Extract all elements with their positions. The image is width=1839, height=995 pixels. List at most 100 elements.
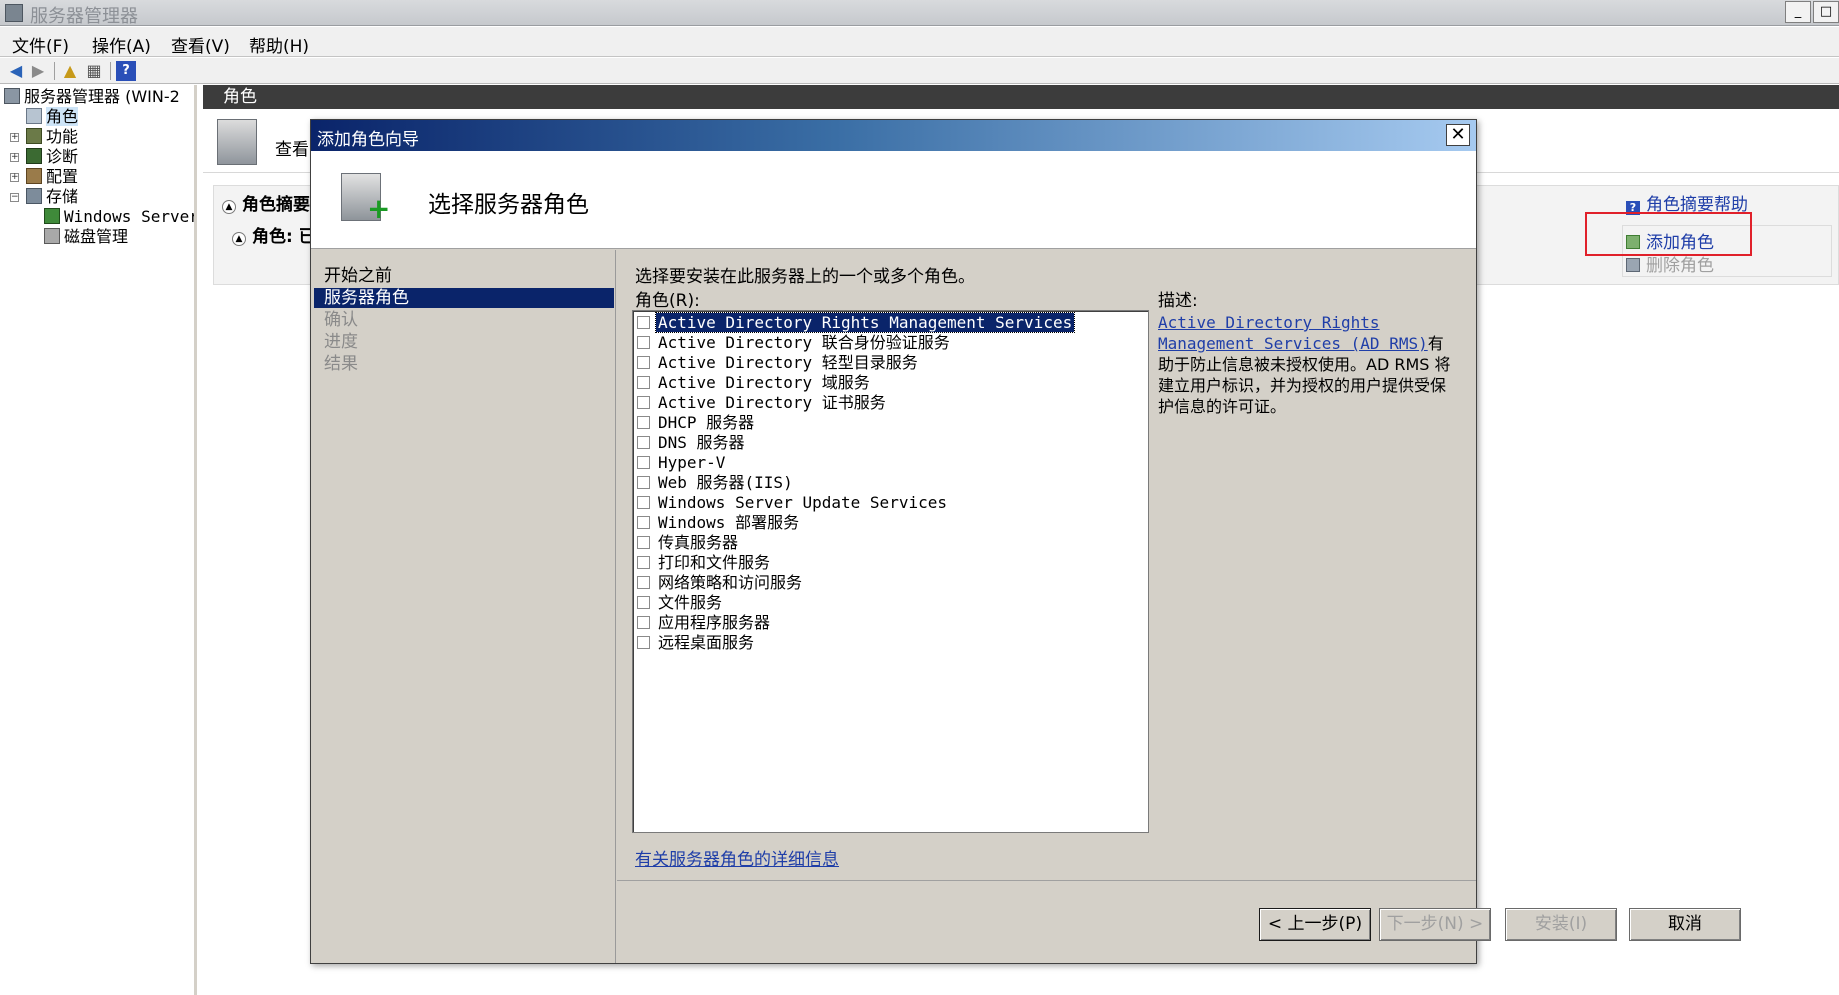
- tree-item-roles[interactable]: 角色: [26, 107, 79, 127]
- role-option[interactable]: DHCP 服务器: [637, 413, 756, 433]
- collapse-icon[interactable]: ▲: [222, 200, 236, 214]
- menu-help[interactable]: 帮助(H): [249, 32, 309, 57]
- up-icon[interactable]: ▲: [60, 61, 80, 81]
- tree-item-storage[interactable]: 存储: [26, 187, 78, 207]
- role-checkbox[interactable]: [637, 556, 650, 569]
- role-checkbox[interactable]: [637, 416, 650, 429]
- expand-icon[interactable]: +: [10, 153, 19, 162]
- toolbar-separator: [110, 62, 111, 80]
- collapse-icon[interactable]: ▲: [232, 232, 246, 246]
- role-checkbox[interactable]: [637, 516, 650, 529]
- role-option[interactable]: 打印和文件服务: [637, 553, 772, 573]
- tree-item-windows-server-backup[interactable]: Windows Server: [44, 207, 197, 227]
- tree-item-label: Windows Server: [64, 207, 197, 226]
- install-button[interactable]: 安装(I): [1505, 908, 1617, 941]
- window-title: 服务器管理器: [30, 6, 138, 27]
- role-checkbox[interactable]: [637, 596, 650, 609]
- tree-item-features[interactable]: 功能: [26, 127, 78, 147]
- navigation-tree: 服务器管理器 (WIN-2 角色 + 功能 + 诊断 + 配置 − 存储 Win…: [0, 85, 197, 995]
- menu-action[interactable]: 操作(A): [92, 32, 151, 57]
- role-option[interactable]: Active Directory Rights Management Servi…: [637, 312, 1076, 333]
- role-option[interactable]: 远程桌面服务: [637, 633, 756, 653]
- role-option[interactable]: Windows Server Update Services: [637, 493, 949, 513]
- close-button[interactable]: ✕: [1446, 124, 1470, 146]
- forward-icon[interactable]: ▶: [28, 61, 48, 81]
- server-icon: [4, 88, 20, 104]
- role-option[interactable]: 网络策略和访问服务: [637, 573, 804, 593]
- role-option[interactable]: DNS 服务器: [637, 433, 747, 453]
- diagnostics-icon: [26, 148, 42, 164]
- collapse-icon[interactable]: −: [10, 193, 19, 202]
- minimize-button[interactable]: _: [1785, 1, 1811, 23]
- tree-item-diagnostics[interactable]: 诊断: [26, 147, 78, 167]
- role-checkbox[interactable]: [637, 536, 650, 549]
- tree-item-label: 诊断: [46, 147, 79, 166]
- role-checkbox[interactable]: [637, 576, 650, 589]
- role-checkbox[interactable]: [637, 456, 650, 469]
- restore-button[interactable]: □: [1813, 1, 1839, 23]
- role-checkbox[interactable]: [637, 496, 650, 509]
- role-label: 应用程序服务器: [658, 613, 771, 632]
- role-label: 打印和文件服务: [658, 553, 771, 572]
- role-checkbox[interactable]: [637, 396, 650, 409]
- expand-icon[interactable]: +: [10, 133, 19, 142]
- banner-text: 查看: [275, 140, 309, 160]
- disk-icon: [44, 228, 60, 244]
- role-checkbox[interactable]: [637, 636, 650, 649]
- role-label: Web 服务器(IIS): [658, 473, 793, 492]
- toolbar: ◀ ▶ ▲ ▦ ?: [0, 58, 1839, 84]
- role-option[interactable]: 传真服务器: [637, 533, 740, 553]
- tree-item-configuration[interactable]: 配置: [26, 167, 78, 187]
- server-manager-app-icon: [5, 4, 23, 22]
- role-option[interactable]: Active Directory 联合身份验证服务: [637, 333, 952, 353]
- role-label: Hyper-V: [658, 453, 726, 472]
- role-option[interactable]: Windows 部署服务: [637, 513, 801, 533]
- role-checkbox[interactable]: [637, 356, 650, 369]
- role-option[interactable]: Hyper-V: [637, 453, 727, 473]
- menu-view[interactable]: 查看(V): [171, 32, 230, 57]
- roles-summary-title[interactable]: ▲ 角色摘要: [222, 190, 310, 215]
- step-server-roles[interactable]: 服务器角色: [314, 288, 614, 308]
- help-icon[interactable]: ?: [116, 61, 136, 81]
- add-roles-wizard-dialog: 添加角色向导 ✕ + 选择服务器角色 开始之前 服务器角色 确认 进度 结果 选…: [310, 119, 1741, 964]
- role-checkbox[interactable]: [637, 476, 650, 489]
- tree-item-disk-management[interactable]: 磁盘管理: [44, 227, 128, 247]
- role-checkbox[interactable]: [637, 616, 650, 629]
- next-button[interactable]: 下一步(N) >: [1379, 908, 1491, 941]
- previous-button[interactable]: < 上一步(P): [1259, 908, 1371, 941]
- plus-icon: +: [367, 192, 391, 225]
- storage-icon: [26, 188, 42, 204]
- role-label: Active Directory 证书服务: [658, 393, 886, 412]
- role-option[interactable]: 应用程序服务器: [637, 613, 772, 633]
- role-label: 网络策略和访问服务: [658, 573, 803, 592]
- role-option[interactable]: Active Directory 轻型目录服务: [637, 353, 920, 373]
- tree-item-label: 存储: [46, 187, 79, 206]
- description-link[interactable]: Active Directory Rights Management Servi…: [1158, 313, 1428, 353]
- role-checkbox[interactable]: [637, 436, 650, 449]
- role-checkbox[interactable]: [637, 316, 650, 329]
- role-checkbox[interactable]: [637, 336, 650, 349]
- menu-file[interactable]: 文件(F): [12, 32, 69, 57]
- role-label: Windows 部署服务: [658, 513, 800, 532]
- expand-icon[interactable]: +: [10, 173, 19, 182]
- step-before-you-begin[interactable]: 开始之前: [314, 266, 614, 286]
- role-option[interactable]: 文件服务: [637, 593, 724, 613]
- role-option[interactable]: Active Directory 域服务: [637, 373, 872, 393]
- cancel-button[interactable]: 取消: [1629, 908, 1741, 941]
- wizard-titlebar[interactable]: 添加角色向导 ✕: [311, 120, 1476, 151]
- description-label: 描述:: [1158, 291, 1198, 311]
- role-option[interactable]: Active Directory 证书服务: [637, 393, 888, 413]
- role-checkbox[interactable]: [637, 376, 650, 389]
- role-option[interactable]: Web 服务器(IIS): [637, 473, 795, 493]
- role-label: Active Directory 联合身份验证服务: [658, 333, 950, 352]
- instruction-text: 选择要安装在此服务器上的一个或多个角色。: [635, 267, 975, 287]
- menubar: 文件(F) 操作(A) 查看(V) 帮助(H): [0, 27, 1839, 57]
- back-icon[interactable]: ◀: [6, 61, 26, 81]
- configuration-icon: [26, 168, 42, 184]
- tree-root[interactable]: 服务器管理器 (WIN-2: [4, 87, 180, 107]
- more-info-link[interactable]: 有关服务器角色的详细信息: [635, 845, 839, 870]
- wizard-title: 添加角色向导: [317, 130, 419, 150]
- roles-list[interactable]: Active Directory Rights Management Servi…: [632, 310, 1149, 833]
- show-hide-tree-icon[interactable]: ▦: [84, 61, 104, 81]
- roles-count-line: ▲ 角色: 已: [232, 222, 316, 247]
